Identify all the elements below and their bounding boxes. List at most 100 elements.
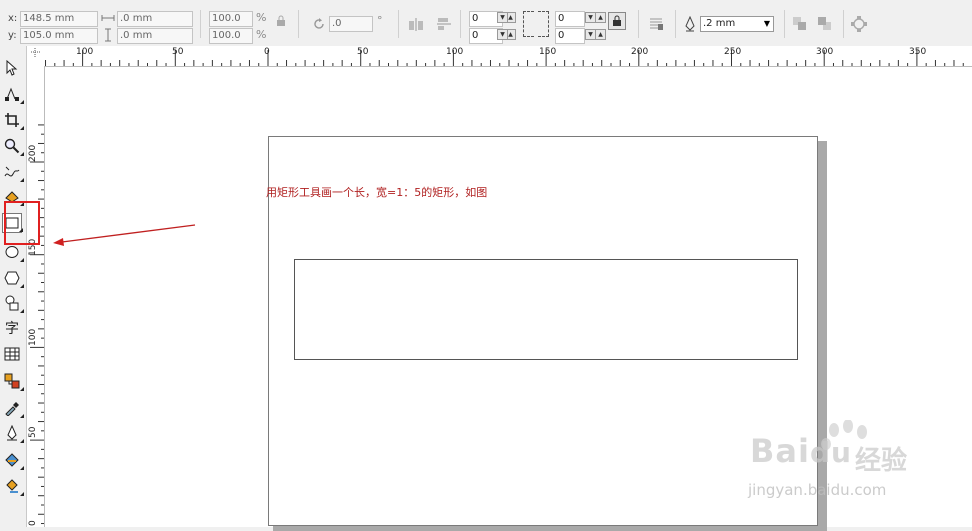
drawn-rectangle[interactable] (294, 259, 798, 360)
separator (460, 10, 461, 38)
watermark-suffix: 经验 (855, 446, 908, 476)
ruler-label: 200 (28, 144, 38, 162)
corner-right-bracket-icon (538, 11, 549, 37)
outline-pen-tool[interactable] (2, 423, 24, 443)
lock-corners-icon[interactable] (608, 12, 626, 30)
vertical-ruler[interactable]: 200 150 100 50 0 (26, 66, 45, 527)
blend-icon (4, 373, 20, 389)
shape-edit-icon (5, 87, 19, 101)
x-position-field[interactable]: 148.5 mm (20, 11, 98, 27)
spin-down-button[interactable]: ▼ (497, 29, 508, 40)
separator (298, 10, 299, 38)
rotation-field[interactable]: .0 (329, 16, 373, 32)
mirror-horizontal-icon[interactable] (408, 16, 424, 32)
table-tool[interactable] (2, 344, 22, 364)
percent-unit: % (256, 28, 267, 41)
toolbox: 字 (0, 46, 27, 527)
interactive-fill-icon (6, 479, 18, 493)
basic-shapes-tool[interactable] (2, 293, 24, 313)
ruler-label: 50 (357, 47, 369, 57)
outline-pen-icon (7, 425, 17, 441)
spin-down-button[interactable]: ▼ (497, 12, 508, 23)
outline-width-select[interactable]: .2 mm ▼ (700, 16, 774, 32)
ruler-label: 150 (539, 47, 557, 57)
height-field[interactable]: .0 mm (117, 28, 193, 44)
y-position-field[interactable]: 105.0 mm (20, 28, 98, 44)
separator (675, 10, 676, 38)
corner-left-bracket-icon (523, 11, 534, 37)
separator (638, 10, 639, 38)
y-label: y: (8, 30, 17, 41)
lock-ratio-icon[interactable] (273, 13, 289, 29)
ruler-label: 250 (724, 47, 742, 57)
ruler-label: 200 (631, 47, 649, 57)
convert-to-curves-icon[interactable] (851, 16, 867, 32)
crop-tool[interactable] (2, 110, 24, 130)
zoom-tool[interactable] (2, 136, 24, 156)
watermark-brand: Baidu (750, 432, 852, 470)
ruler-label: 100 (76, 47, 94, 57)
paint-bucket-icon (5, 453, 19, 467)
to-back-icon[interactable] (817, 16, 833, 32)
height-icon (100, 27, 116, 43)
text-tool[interactable]: 字 (2, 318, 22, 338)
ruler-label: 50 (28, 426, 38, 438)
pointer-icon (6, 60, 18, 76)
vertical-ruler-ticks (30, 124, 44, 525)
magnifier-icon (4, 138, 20, 154)
degree-unit: ° (377, 14, 383, 27)
separator (398, 10, 399, 38)
crop-icon (5, 113, 19, 127)
text-tool-icon: 字 (5, 321, 19, 337)
table-icon (4, 347, 20, 361)
horizontal-ruler[interactable]: 100 50 0 50 100 150 200 250 300 350 (44, 46, 972, 67)
ruler-label: 100 (446, 47, 464, 57)
percent-unit: % (256, 11, 267, 24)
ellipse-tool[interactable] (2, 242, 24, 262)
eyedropper-icon (5, 402, 19, 416)
width-field[interactable]: .0 mm (117, 11, 193, 27)
rotate-icon (311, 16, 327, 32)
ruler-label: 300 (816, 47, 834, 57)
ruler-label: 0 (28, 520, 38, 526)
ruler-label: 100 (28, 328, 38, 346)
spin-up-button[interactable]: ▲ (595, 29, 606, 40)
width-icon (100, 10, 116, 26)
watermark-url: jingyan.baidu.com (748, 481, 887, 499)
polygon-icon (4, 271, 20, 285)
ruler-label: 350 (909, 47, 927, 57)
basic-shapes-icon (5, 295, 19, 311)
instruction-annotation: 用矩形工具画一个长，宽=1：5的矩形，如图 (266, 186, 488, 199)
scale-x-field[interactable]: 100.0 (209, 11, 253, 27)
fill-tool[interactable] (2, 450, 24, 470)
ellipse-icon (5, 246, 19, 258)
to-front-icon[interactable] (792, 16, 808, 32)
x-label: x: (8, 13, 18, 24)
separator (843, 10, 844, 38)
rectangle-tool-highlight (4, 201, 40, 245)
chevron-down-icon[interactable]: ▼ (764, 17, 770, 31)
ruler-label: 0 (264, 47, 270, 57)
mirror-vertical-icon[interactable] (436, 16, 452, 32)
spin-up-button[interactable]: ▲ (595, 12, 606, 23)
pen-outline-icon (682, 16, 698, 32)
scale-y-field[interactable]: 100.0 (209, 28, 253, 44)
wrap-text-icon[interactable] (648, 16, 664, 32)
freehand-icon (4, 166, 20, 177)
outline-width-value: .2 mm (703, 18, 736, 29)
shape-tool[interactable] (2, 84, 24, 104)
separator (200, 10, 201, 38)
corner-bottom-right-field[interactable]: 0 (555, 28, 585, 44)
ruler-origin[interactable] (26, 46, 45, 67)
blend-tool[interactable] (2, 371, 24, 391)
pick-tool[interactable] (2, 58, 22, 78)
interactive-fill-tool[interactable] (2, 476, 24, 496)
separator (784, 10, 785, 38)
watermark-brand-text: Bai (750, 432, 810, 470)
freehand-tool[interactable] (2, 162, 24, 182)
ruler-label: 50 (172, 47, 184, 57)
polygon-tool[interactable] (2, 268, 24, 288)
eyedropper-tool[interactable] (2, 398, 24, 418)
property-bar: x: 148.5 mm y: 105.0 mm .0 mm .0 mm 100.… (0, 0, 972, 47)
corner-top-right-field[interactable]: 0 (555, 11, 585, 27)
